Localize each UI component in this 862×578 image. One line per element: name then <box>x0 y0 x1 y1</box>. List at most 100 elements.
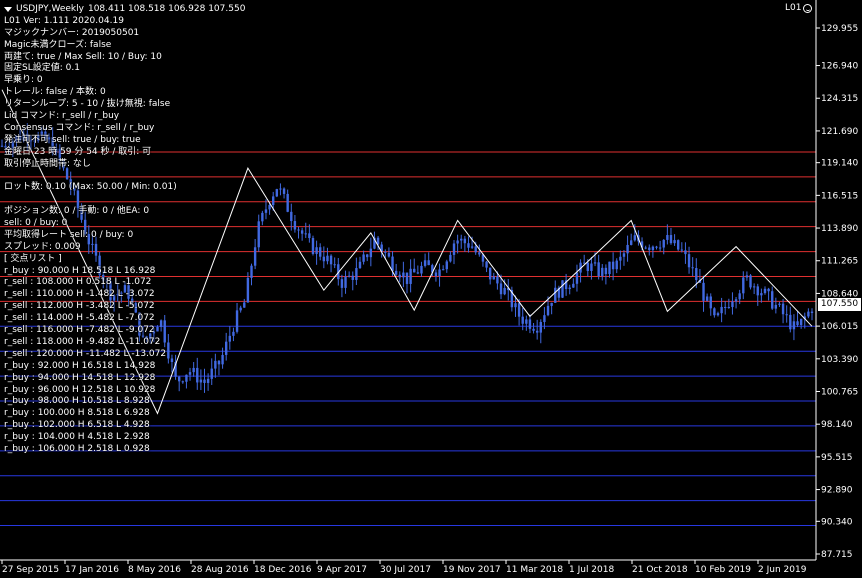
info-line: r_buy : 100.000 H 8.518 L 6.928 <box>4 408 150 419</box>
ohlc-values: 108.411 108.518 106.928 107.550 <box>87 3 246 14</box>
info-line: r_sell : 116.000 H -7.482 L -9.072 <box>4 325 155 336</box>
info-line: ロット数: 0.10 (Max: 50.00 / Min: 0.01) <box>4 182 177 193</box>
candle-body <box>601 267 604 277</box>
candle-body <box>785 314 788 316</box>
candle-body <box>662 239 665 248</box>
candle-body <box>756 286 759 296</box>
x-tick-label: 10 Feb 2019 <box>695 565 751 575</box>
candle-body <box>434 272 438 277</box>
candle-body <box>528 319 532 329</box>
x-tick-label: 19 Nov 2017 <box>443 565 501 575</box>
candle-body <box>279 188 282 190</box>
candle-body <box>268 204 271 210</box>
x-tick-label: 27 Sep 2015 <box>2 565 59 575</box>
candle-body <box>467 243 470 248</box>
chart-title-row: USDJPY,Weekly 108.411 108.518 106.928 10… <box>4 3 245 15</box>
candle-body <box>319 247 322 257</box>
candle-body <box>257 221 260 248</box>
info-line: r_sell : 118.000 H -9.482 L -11.072 <box>4 336 161 347</box>
candle-body <box>767 288 770 292</box>
candle-body <box>611 261 615 270</box>
candle-body <box>535 330 539 333</box>
info-line: 取引停止時間帯: なし <box>4 158 91 169</box>
candle-body <box>771 291 774 309</box>
candle-body <box>539 322 542 333</box>
x-tick-label: 21 Oct 2018 <box>632 565 688 575</box>
candle-body <box>792 321 796 330</box>
candle-body <box>333 264 336 266</box>
info-line: スプレッド: 0.009 <box>4 241 81 252</box>
candle-body <box>391 256 394 271</box>
symbol-timeframe: USDJPY,Weekly <box>16 3 84 14</box>
candle-body <box>0 145 4 147</box>
info-line: 両建て: true / Max Sell: 10 / Buy: 10 <box>4 51 162 62</box>
candle-body <box>272 196 275 205</box>
x-tick-label: 8 May 2016 <box>128 565 181 575</box>
x-tick-label: 11 Mar 2018 <box>506 565 563 575</box>
candle-body <box>752 286 756 288</box>
candle-body <box>488 267 492 280</box>
y-tick-label: 100.765 <box>821 387 858 397</box>
y-tick-label: 90.340 <box>821 517 853 527</box>
dropdown-triangle-icon[interactable] <box>4 6 12 12</box>
ea-badge[interactable]: L01 <box>785 3 813 13</box>
info-blank-line <box>4 193 245 205</box>
candle-body <box>554 287 557 303</box>
candle-body <box>293 221 297 230</box>
candle-body <box>521 316 524 324</box>
candle-body <box>597 262 600 277</box>
info-blank-line <box>4 169 245 181</box>
candle-body <box>745 275 749 278</box>
candle-body <box>394 270 398 275</box>
info-line: r_sell : 114.000 H -5.482 L -7.072 <box>4 313 155 324</box>
y-tick-label: 98.140 <box>821 420 853 430</box>
candle-body <box>655 246 658 248</box>
candle-body <box>358 261 362 269</box>
candle-body <box>575 272 579 284</box>
candle-body <box>525 319 528 324</box>
candle-body <box>695 268 698 280</box>
info-line: [ 交点リスト ] <box>4 253 62 264</box>
candle-body <box>763 288 767 294</box>
candle-body <box>727 306 731 308</box>
candle-body <box>644 247 647 249</box>
candle-body <box>441 269 445 271</box>
candle-body <box>413 268 416 273</box>
candle-body <box>347 275 351 277</box>
candle-body <box>351 275 354 280</box>
ea-name: L01 <box>785 3 802 13</box>
candle-body <box>572 283 575 288</box>
candle-body <box>760 293 763 296</box>
info-line: r_sell : 108.000 H 0.518 L -1.072 <box>4 277 152 288</box>
candle-body <box>253 247 257 266</box>
candle-body <box>789 314 792 330</box>
info-line: Lid コマンド: r_sell / r_buy <box>4 111 120 122</box>
candle-body <box>781 303 785 315</box>
info-line: リターンループ: 5 - 10 / 抜け無視: false <box>4 99 171 110</box>
candle-body <box>799 318 803 325</box>
candle-body <box>742 277 745 294</box>
candle-body <box>366 254 369 258</box>
candle-body <box>362 254 365 262</box>
smiley-icon <box>803 3 813 13</box>
info-line: r_sell : 120.000 H -11.482 L -13.072 <box>4 348 167 359</box>
info-line: 早乗り: 0 <box>4 75 43 86</box>
candle-body <box>329 255 333 265</box>
y-tick-label: 129.955 <box>821 24 858 34</box>
y-tick-label: 116.515 <box>821 191 858 201</box>
x-tick-label: 28 Aug 2016 <box>191 565 249 575</box>
candle-body <box>705 296 709 301</box>
candle-body <box>416 272 420 274</box>
info-line: r_buy : 96.000 H 12.518 L 10.928 <box>4 384 156 395</box>
candle-body <box>734 299 738 302</box>
info-panel: USDJPY,Weekly 108.411 108.518 106.928 10… <box>4 3 245 454</box>
candle-body <box>470 246 474 248</box>
candle-body <box>261 212 264 222</box>
candle-body <box>282 188 286 194</box>
info-line: 発注可不可 sell: true / buy: true <box>4 134 141 145</box>
candle-body <box>485 261 488 268</box>
y-tick-label: 113.890 <box>821 224 858 234</box>
info-line: r_buy : 98.000 H 10.518 L 8.928 <box>4 396 150 407</box>
info-line: r_buy : 102.000 H 6.518 L 4.928 <box>4 420 150 431</box>
candle-body <box>738 293 741 300</box>
